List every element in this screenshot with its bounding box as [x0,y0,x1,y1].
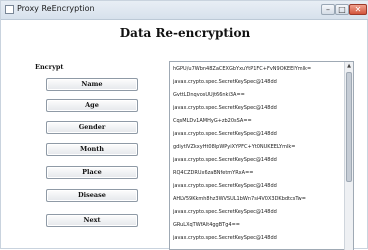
output-line: GvttLDnqvosUUjt66nki3A== [173,92,245,98]
output-line: AHLV59Kkmh8hz3WVSUL1bWn7si4V0X3DKbdtcsTw… [173,196,306,202]
encrypt-section-label: Encrypt [35,63,64,71]
output-line: javax.crypto.spec.SecretKeySpec@148dd [173,209,277,215]
output-line: gdiytlVZkxyHt08lpWPyiXYPFC+Yt0NUKEELYmlk… [173,144,296,150]
place-button[interactable]: Place [46,166,138,179]
output-line: javax.crypto.spec.SecretKeySpec@148dd [173,79,277,85]
page-title: Data Re-encryption [119,26,251,40]
maximize-button[interactable]: □ [335,4,349,15]
app-window: Proxy ReEncryption – □ ✕ Data Re-encrypt… [0,0,368,250]
output-line: GRuLXqTWfAlt4ggBTg4== [173,222,240,228]
output-line: javax.crypto.spec.SecretKeySpec@148dd [173,131,277,137]
window-title: Proxy ReEncryption [17,4,95,13]
output-line: javax.crypto.spec.SecretKeySpec@148dd [173,105,277,111]
disease-button[interactable]: Disease [46,189,138,202]
output-line: javax.crypto.spec.SecretKeySpec@148dd [173,157,277,163]
title-bar[interactable]: Proxy ReEncryption – □ ✕ [1,1,368,20]
scroll-up-arrow-icon[interactable]: ▲ [345,62,353,70]
output-line: RQ4CZDRUx6zaBNfetmYRxA== [173,170,254,176]
scrollbar-thumb[interactable] [346,72,352,182]
app-icon [5,5,14,14]
name-button[interactable]: Name [46,78,138,91]
close-button[interactable]: ✕ [349,4,367,15]
gender-button[interactable]: Gender [46,121,138,134]
month-button[interactable]: Month [46,143,138,156]
output-text-area[interactable]: hGPU/u7Wbn48ZaCEXGbYxuYtP1FC+FvN9OKEEIYm… [169,61,354,250]
output-line: hGPU/u7Wbn48ZaCEXGbYxuYtP1FC+FvN9OKEEIYm… [173,66,312,72]
minimize-button[interactable]: – [321,4,335,15]
age-button[interactable]: Age [46,99,138,112]
output-line: javax.crypto.spec.SecretKeySpec@148dd [173,235,277,241]
output-line: CqsMLDv1AMHyG+zb20sSA== [173,118,252,124]
output-line: javax.crypto.spec.SecretKeySpec@148dd [173,183,277,189]
output-scrollbar[interactable]: ▲ [344,62,353,250]
next-button[interactable]: Next [46,214,138,227]
